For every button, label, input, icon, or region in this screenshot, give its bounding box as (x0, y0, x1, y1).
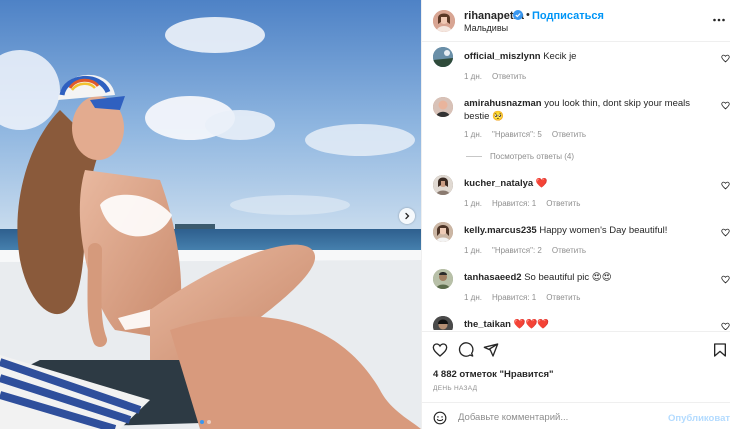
carousel-dots (200, 420, 211, 424)
comment-meta: 1 дн. Нравится: 1 Ответить (464, 199, 580, 208)
comment-time: 1 дн. (464, 199, 482, 208)
heart-icon[interactable] (721, 101, 730, 110)
commenter-avatar[interactable] (433, 175, 453, 195)
comment-body: ❤️❤️❤️ (513, 319, 550, 330)
reply-button[interactable]: Ответить (546, 199, 580, 208)
comment-username[interactable]: kucher_natalya (464, 178, 533, 189)
likes-count[interactable]: 4 882 отметок "Нравится" (433, 369, 554, 380)
share-icon[interactable] (483, 342, 499, 358)
comment-body: Kecik je (543, 51, 577, 62)
comment-text: amirahusnazman you look thin, dont skip … (464, 97, 712, 123)
chevron-right-icon (405, 212, 410, 220)
comment-time: 1 дн. (464, 246, 482, 255)
comment-input[interactable] (458, 409, 658, 425)
view-replies-button[interactable]: Посмотреть ответы (4) (466, 152, 574, 161)
post-photo[interactable] (0, 0, 421, 429)
comment-meta: 1 дн. "Нравится": 2 Ответить (464, 246, 586, 255)
comment-username[interactable]: the_taikan (464, 319, 511, 330)
heart-icon[interactable] (721, 54, 730, 63)
commenter-avatar[interactable] (433, 97, 453, 117)
post-actions: 4 882 отметок "Нравится" ДЕНЬ НАЗАД (422, 331, 730, 392)
publish-button[interactable]: Опубликовать (668, 413, 730, 424)
carousel-dot (207, 420, 211, 424)
reply-button[interactable]: Ответить (492, 72, 526, 81)
comment-time: 1 дн. (464, 72, 482, 81)
comment-text: official_miszlynn Kecik je (464, 50, 712, 63)
commenter-avatar[interactable] (433, 47, 453, 67)
more-options-icon[interactable] (712, 13, 726, 27)
carousel-dot-active (200, 420, 204, 424)
header-separator: • (526, 9, 530, 21)
heart-icon[interactable] (721, 181, 730, 190)
reply-button[interactable]: Ответить (552, 130, 586, 139)
comment-body: ❤️ (535, 178, 548, 189)
follow-button[interactable]: Подписаться (532, 10, 604, 22)
add-comment-bar: Опубликовать (422, 402, 730, 429)
replies-line (466, 156, 482, 157)
comment-text: the_taikan ❤️❤️❤️ (464, 318, 712, 330)
comment-meta: 1 дн. Нравится: 1 Ответить (464, 293, 580, 302)
author-avatar[interactable] (433, 10, 455, 32)
comment-likes[interactable]: "Нравится": 2 (492, 246, 542, 255)
verified-badge-icon (513, 10, 523, 20)
emoji-icon[interactable] (433, 411, 447, 425)
reply-button[interactable]: Ответить (546, 293, 580, 302)
commenter-avatar[interactable] (433, 269, 453, 289)
comment-text: kelly.marcus235 Happy women's Day beauti… (464, 224, 712, 237)
post-location[interactable]: Мальдивы (464, 23, 508, 33)
heart-icon[interactable] (721, 322, 730, 330)
post-time: ДЕНЬ НАЗАД (433, 385, 478, 392)
comment-icon[interactable] (458, 342, 474, 358)
heart-icon[interactable] (721, 275, 730, 284)
post-header: rihanapetra • Подписаться Мальдивы (422, 0, 730, 42)
comment-likes[interactable]: Нравится: 1 (492, 199, 536, 208)
post-side-panel: rihanapetra • Подписаться Мальдивы offic… (421, 0, 730, 429)
comment-username[interactable]: amirahusnazman (464, 98, 542, 109)
comment-meta: 1 дн. "Нравится": 5 Ответить (464, 130, 586, 139)
commenter-avatar[interactable] (433, 222, 453, 242)
next-slide-button[interactable] (399, 208, 415, 224)
comments-list[interactable]: official_miszlynn Kecik je 1 дн. Ответит… (422, 43, 730, 330)
bookmark-icon[interactable] (712, 342, 728, 358)
comment-body: So beautiful pic 😍😍 (524, 272, 612, 283)
comment-likes[interactable]: "Нравится": 5 (492, 130, 542, 139)
heart-icon[interactable] (721, 228, 730, 237)
comment-text: tanhasaeed2 So beautiful pic 😍😍 (464, 271, 712, 284)
comment-username[interactable]: kelly.marcus235 (464, 225, 537, 236)
post-image (0, 0, 421, 429)
reply-button[interactable]: Ответить (552, 246, 586, 255)
view-replies-label: Посмотреть ответы (4) (490, 152, 575, 161)
comment-likes[interactable]: Нравится: 1 (492, 293, 536, 302)
heart-icon[interactable] (432, 342, 448, 358)
comment-meta: 1 дн. Ответить (464, 72, 526, 81)
comment-time: 1 дн. (464, 293, 482, 302)
comment-body: Happy women's Day beautiful! (539, 225, 668, 236)
comment-time: 1 дн. (464, 130, 482, 139)
commenter-avatar[interactable] (433, 316, 453, 330)
comment-username[interactable]: tanhasaeed2 (464, 272, 522, 283)
comment-username[interactable]: official_miszlynn (464, 51, 541, 62)
comment-text: kucher_natalya ❤️ (464, 177, 712, 190)
